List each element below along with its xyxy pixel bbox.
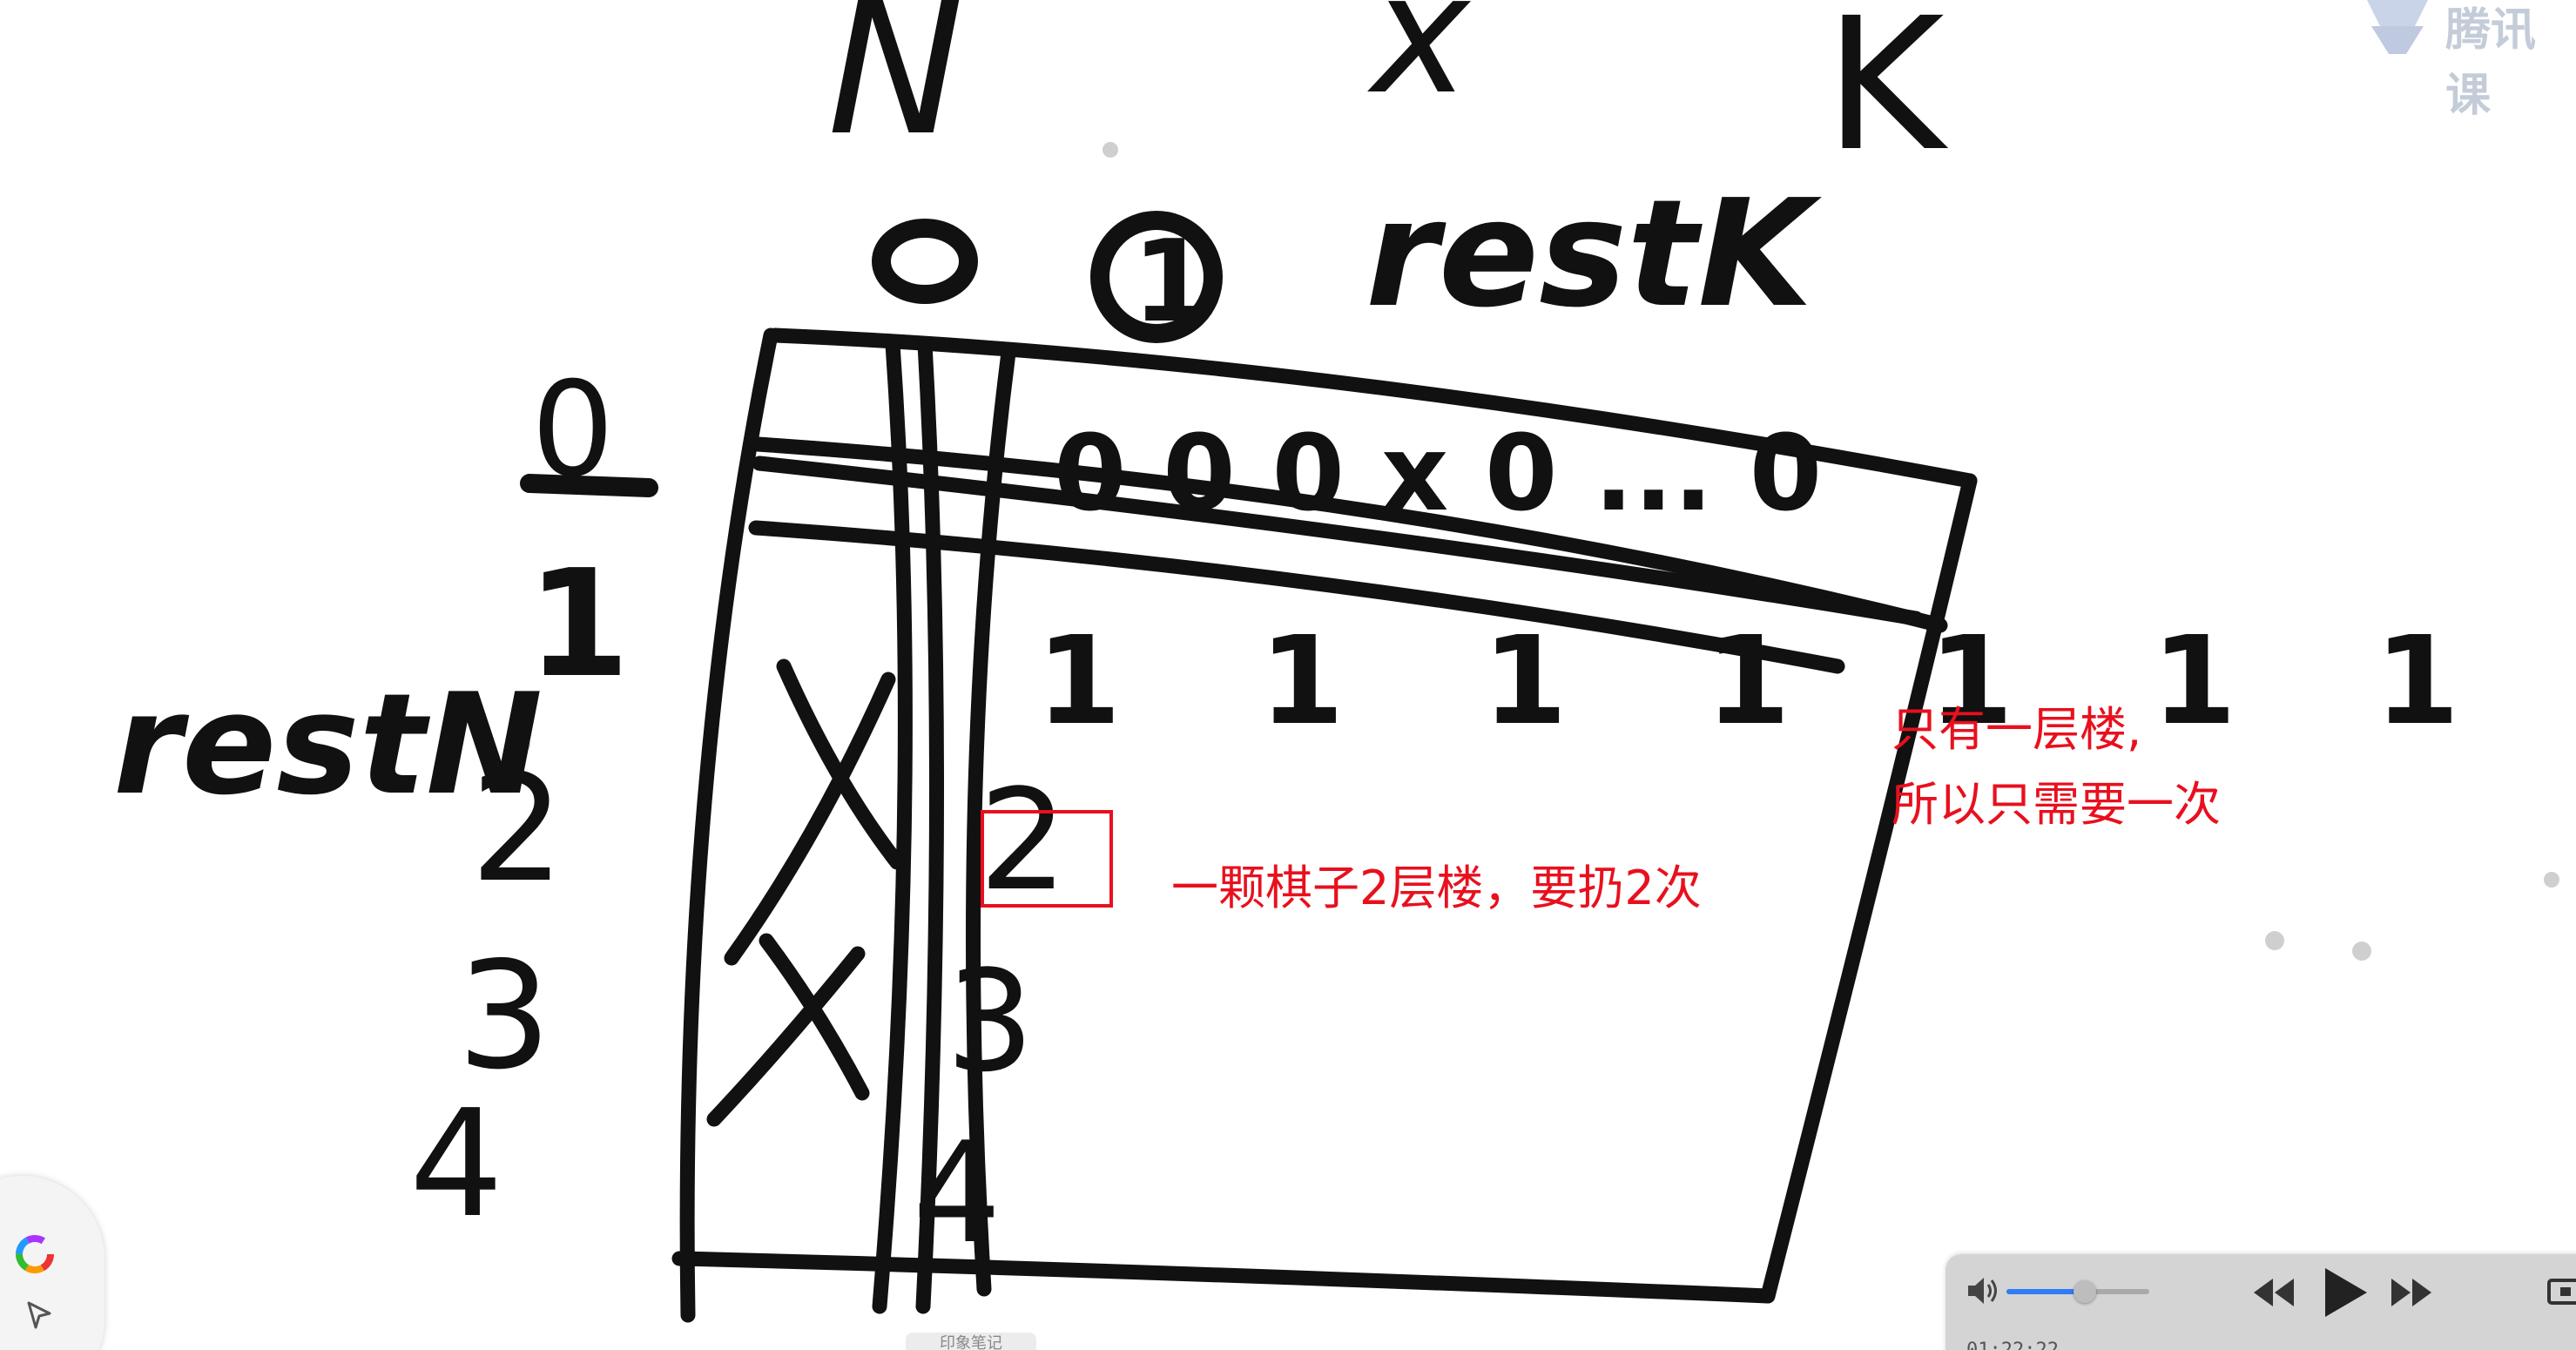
row-label-1: 1 [527,538,630,711]
col-1-label: 1 [1132,215,1210,348]
stray-dot [2352,942,2371,961]
play-button[interactable] [2320,1266,2369,1319]
col-1-value-4: 4 [913,1111,1001,1274]
evernote-tab[interactable]: 印象笔记 [906,1333,1036,1350]
screen-icon [2547,1279,2576,1305]
pointer-icon [27,1301,51,1329]
table-bottom-line [671,1251,1776,1304]
screen-button[interactable] [2546,1275,2576,1310]
rewind-button[interactable] [2252,1273,2296,1312]
row-label-4: 4 [409,1078,503,1251]
highlight-box [981,810,1113,908]
row-1-marks: 1 1 1 1 1 1 1 [1036,611,2507,753]
watermark-text: 腾讯课 [2445,4,2537,122]
rewind-icon [2254,1279,2294,1306]
col-0-divider [872,336,913,1314]
play-icon [2325,1268,2367,1317]
pointer-tool-button[interactable] [13,1289,65,1341]
row-0-values: 0 0 0 x 0 ... 0 [1054,414,1822,535]
row-label-3: 3 [457,930,551,1103]
one-floor-annotation: 只有一层楼, 所以只需要一次 [1892,692,2221,842]
stray-dot [1103,142,1118,158]
table-left-line [679,327,779,1323]
speaker-icon[interactable] [1965,1273,2001,1308]
header-n-label: N [827,0,964,176]
one-floor-line2: 所以只需要一次 [1892,777,2221,832]
row-label-2: 2 [470,743,564,915]
rest-k-label: restK [1366,168,1823,341]
color-wheel-icon [16,1235,54,1273]
header-k-label: K [1824,0,1949,192]
volume-slider[interactable] [2006,1280,2149,1303]
stray-dot [2544,872,2559,888]
watermark-logo: 腾讯课 [2358,0,2576,122]
fast-forward-icon [2391,1279,2431,1306]
evernote-tab-label: 印象笔记 [940,1334,1002,1350]
time-current: 01:22:22 [1966,1340,2059,1350]
stray-dot [2265,931,2284,950]
whiteboard-drawing: N x K 0 1 restK restN 0 1 2 3 4 0 0 0 x … [113,0,2559,1323]
col-0-label-shape [872,219,978,304]
cube-logo-icon [2367,0,2428,54]
row-label-0-underline [520,474,658,497]
color-wheel-button[interactable] [9,1228,61,1280]
volume-knob[interactable] [2074,1280,2097,1303]
video-frame: N x K 0 1 restK restN 0 1 2 3 4 0 0 0 x … [0,0,2576,1350]
video-player-controls: 01:22:22 [1945,1254,2576,1350]
chess-note-annotation: 一颗棋子2层楼，要扔2次 [1171,861,1702,915]
header-times-label: x [1367,0,1472,131]
one-floor-line1: 只有一层楼, [1892,702,2142,757]
col-1-value-3: 3 [946,940,1035,1103]
fast-forward-button[interactable] [2390,1273,2433,1312]
